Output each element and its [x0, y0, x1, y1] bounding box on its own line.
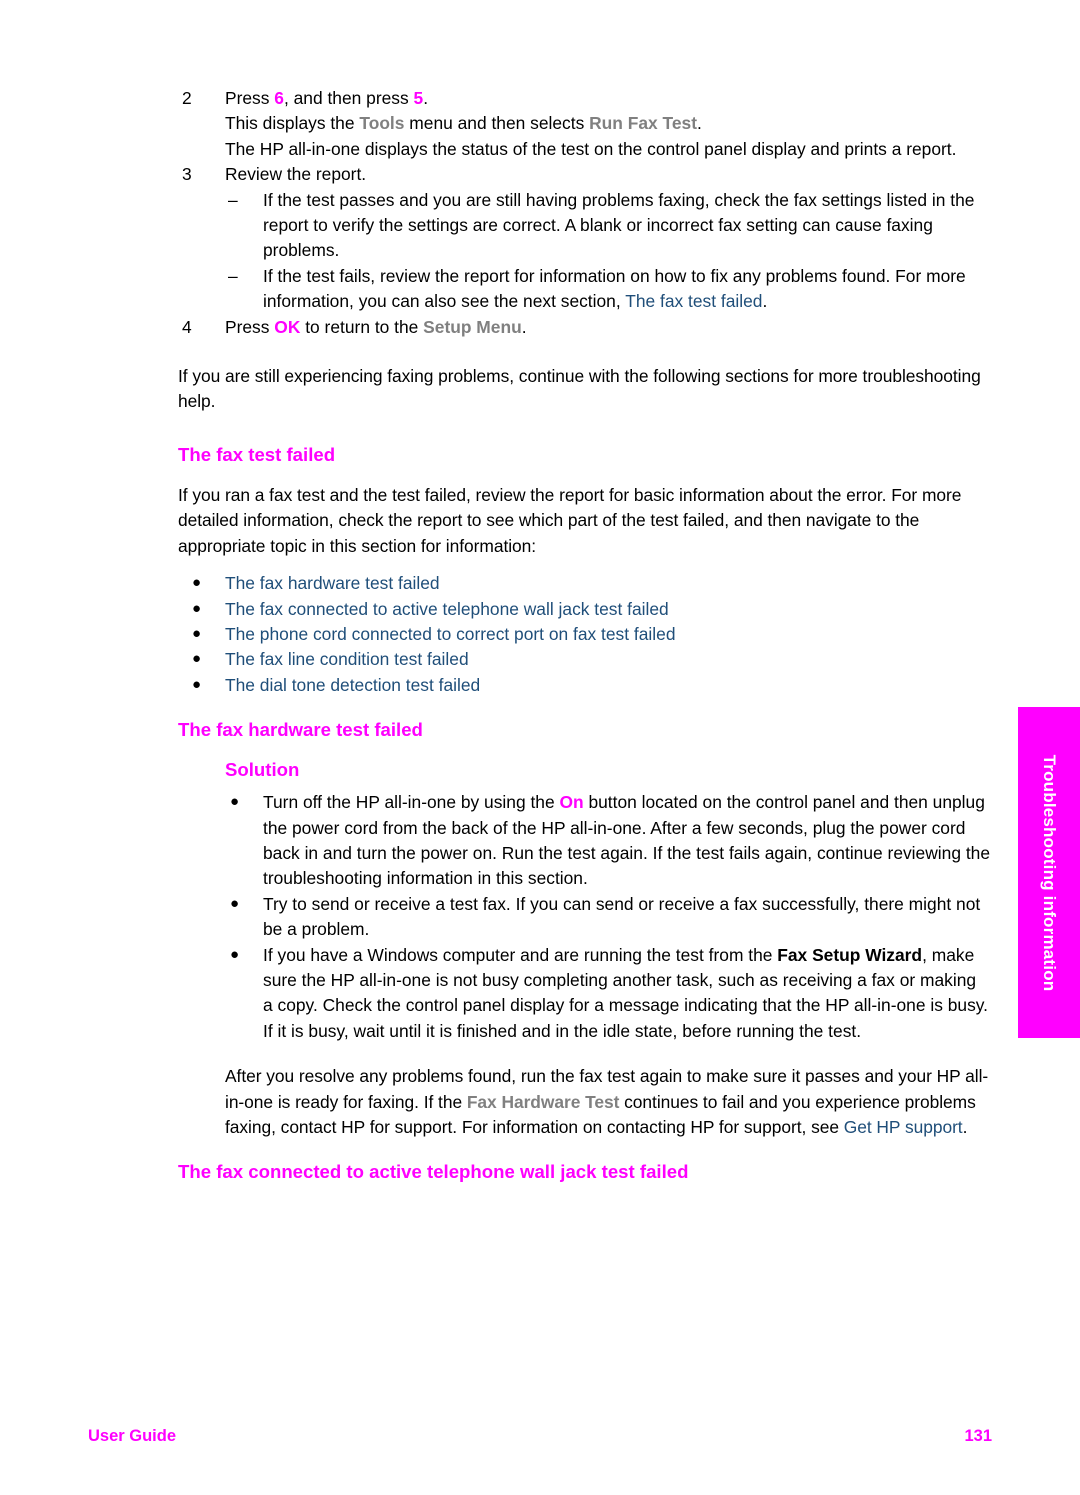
step-number: 2 [182, 88, 192, 108]
step-4: 4 Press OK to return to the Setup Menu. [178, 315, 990, 340]
list-item: ● Try to send or receive a test fax. If … [178, 892, 990, 943]
list-item: ● The fax hardware test failed [178, 571, 990, 596]
sublist-item: – If the test passes and you are still h… [178, 188, 990, 264]
link-fax-connected-wall-jack-test-failed[interactable]: The fax connected to active telephone wa… [225, 599, 669, 619]
link-dial-tone-detection-test-failed[interactable]: The dial tone detection test failed [225, 675, 480, 695]
list-item: ● The dial tone detection test failed [178, 673, 990, 698]
text-run: Press [225, 88, 275, 108]
step-2-line-2: This displays the Tools menu and then se… [225, 111, 990, 136]
key-6: 6 [274, 88, 284, 108]
link-phone-cord-correct-port-test-failed[interactable]: The phone cord connected to correct port… [225, 624, 676, 644]
text-run: Turn off the HP all-in-one by using the [263, 792, 560, 813]
numbered-step-list-continued: 4 Press OK to return to the Setup Menu. [178, 315, 990, 340]
step-3: 3 Review the report. [178, 162, 990, 187]
text-run: . [697, 113, 702, 134]
solution-item-text: Turn off the HP all-in-one by using the … [263, 792, 990, 888]
related-topics-list: ● The fax hardware test failed ● The fax… [178, 571, 990, 698]
text-run: . [762, 291, 768, 312]
list-item: ● The fax connected to active telephone … [178, 597, 990, 622]
side-thumb-tab: Troubleshooting information [1018, 707, 1080, 1038]
text-run: . [521, 316, 527, 337]
bold-fax-setup-wizard: Fax Setup Wizard [777, 944, 923, 965]
list-item: ● If you have a Windows computer and are… [178, 943, 990, 1045]
menu-tools: Tools [359, 113, 405, 134]
step-2-line-3: The HP all-in-one displays the status of… [225, 138, 957, 159]
sublist-item: – If the test fails, review the report f… [178, 264, 990, 315]
list-item: ● Turn off the HP all-in-one by using th… [178, 790, 990, 892]
list-item: ● The phone cord connected to correct po… [178, 622, 990, 647]
text-run: to return to the [300, 316, 424, 337]
dash-marker: – [228, 189, 238, 210]
menu-setup-menu: Setup Menu [423, 316, 522, 337]
key-ok: OK [274, 316, 301, 337]
heading-fax-connected-wall-jack-test-failed: The fax connected to active telephone wa… [178, 1161, 689, 1183]
bullet-icon: ● [192, 624, 202, 642]
text-run: , and then press [283, 88, 414, 108]
heading-the-fax-test-failed: The fax test failed [178, 443, 336, 465]
heading-the-fax-hardware-test-failed: The fax hardware test failed [178, 719, 423, 741]
text-run: menu and then selects [404, 113, 590, 134]
step-4-line-1: Press OK to return to the Setup Menu. [225, 315, 990, 340]
bullet-icon: ● [230, 793, 240, 811]
step-3-line-1: Review the report. [225, 164, 367, 185]
key-5: 5 [413, 88, 424, 108]
step-2-line-1: Press 6, and then press 5. [225, 86, 990, 111]
after-steps-paragraph: If you are still experiencing faxing pro… [178, 366, 981, 412]
dash-marker: – [228, 265, 238, 286]
bullet-icon: ● [230, 945, 240, 963]
text-run: . [423, 88, 429, 108]
sublist-item-text: If the test fails, review the report for… [263, 266, 966, 311]
step-number: 4 [182, 316, 192, 337]
link-the-fax-test-failed[interactable]: The fax test failed [625, 291, 762, 311]
bullet-icon: ● [192, 574, 202, 592]
bullet-icon: ● [192, 650, 202, 668]
step-3-sublist: – If the test passes and you are still h… [178, 188, 990, 315]
text-run: If the test fails, review the report for… [263, 265, 966, 312]
bullet-icon: ● [192, 675, 202, 693]
bullet-icon: ● [192, 599, 202, 617]
solution-item-text: If you have a Windows computer and are r… [263, 945, 988, 1041]
page-content: 2 Press 6, and then press 5. This displa… [178, 86, 990, 1184]
footer-title: User Guide [88, 1427, 177, 1445]
document-page: 2 Press 6, and then press 5. This displa… [0, 0, 1080, 1495]
text-run: Press [225, 316, 275, 337]
side-thumb-tab-label: Troubleshooting information [1040, 754, 1059, 991]
ui-fax-hardware-test: Fax Hardware Test [466, 1091, 620, 1112]
numbered-step-list: 2 Press 6, and then press 5. This displa… [178, 86, 990, 188]
sublist-item-text: If the test passes and you are still hav… [263, 189, 975, 261]
menu-run-fax-test: Run Fax Test [589, 113, 698, 134]
list-item: ● The fax line condition test failed [178, 647, 990, 672]
text-run: If you have a Windows computer and are r… [263, 944, 778, 965]
footer-page-number: 131 [964, 1427, 992, 1445]
solution-list: ● Turn off the HP all-in-one by using th… [178, 790, 990, 1044]
heading-solution: Solution [225, 759, 300, 781]
link-fax-hardware-test-failed[interactable]: The fax hardware test failed [225, 573, 440, 593]
text-run: . [962, 1117, 968, 1137]
page-footer: User Guide 131 [88, 1427, 992, 1451]
bullet-icon: ● [230, 894, 240, 912]
fax-test-failed-intro: If you ran a fax test and the test faile… [178, 484, 962, 556]
solution-item-text: Try to send or receive a test fax. If yo… [263, 893, 981, 940]
step-number: 3 [182, 164, 192, 185]
key-on: On [559, 792, 584, 813]
text-run: This displays the [225, 113, 360, 134]
step-2: 2 Press 6, and then press 5. This displa… [178, 86, 990, 162]
link-get-hp-support[interactable]: Get HP support [844, 1117, 963, 1137]
link-fax-line-condition-test-failed[interactable]: The fax line condition test failed [225, 649, 469, 669]
fax-hardware-closing-paragraph: After you resolve any problems found, ru… [178, 1064, 990, 1140]
